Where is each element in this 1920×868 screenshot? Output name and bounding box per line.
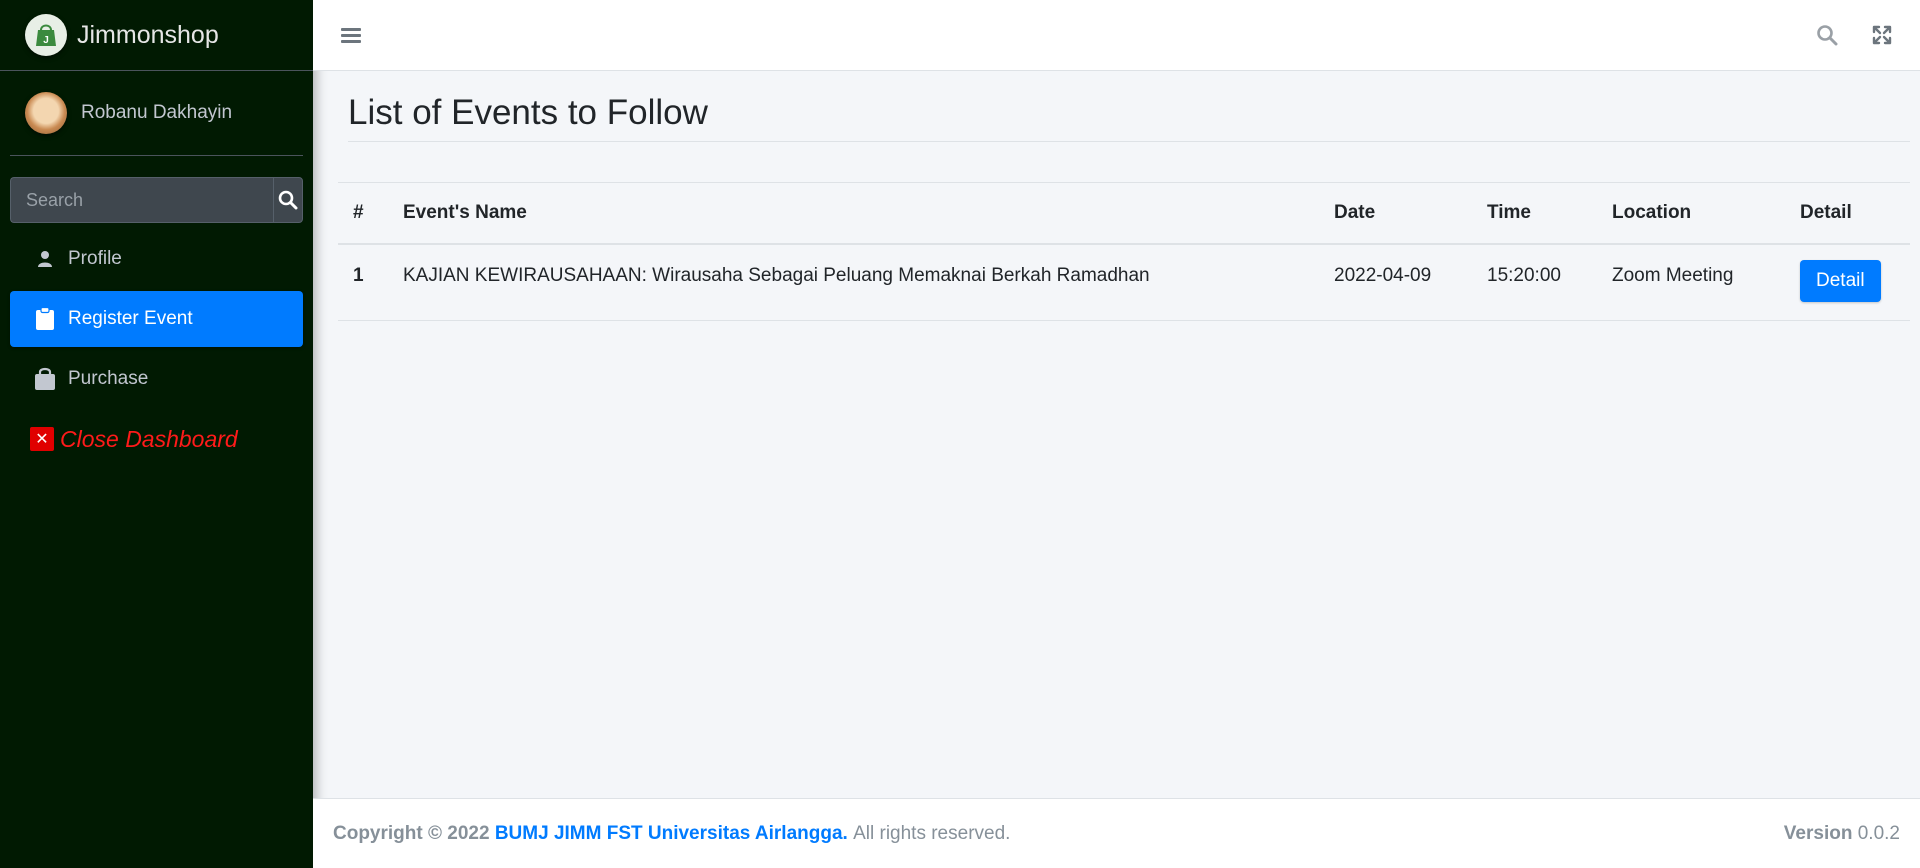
sidebar-item-close-dashboard[interactable]: ✕ Close Dashboard bbox=[10, 411, 303, 467]
search-button[interactable] bbox=[273, 177, 303, 223]
user-panel[interactable]: Robanu Dakhayin bbox=[10, 71, 303, 156]
table-row: 1 KAJIAN KEWIRAUSAHAAN: Wirausaha Sebaga… bbox=[338, 244, 1910, 320]
search-icon bbox=[278, 190, 298, 210]
version-label: Version bbox=[1783, 822, 1853, 844]
main-content: List of Events to Follow # Event's Name … bbox=[313, 71, 1920, 798]
sidebar-item-label: Purchase bbox=[68, 368, 149, 389]
sidebar-search bbox=[10, 177, 303, 223]
footer: Copyright © 2022 BUMJ JIMM FST Universit… bbox=[313, 798, 1920, 868]
search-input[interactable] bbox=[10, 177, 273, 223]
cell-number: 1 bbox=[353, 265, 364, 286]
footer-org-link[interactable]: BUMJ JIMM FST Universitas Airlangga. bbox=[495, 823, 848, 845]
cell-location: Zoom Meeting bbox=[1612, 265, 1734, 286]
version-value: 0.0.2 bbox=[1857, 822, 1900, 844]
detail-button[interactable]: Detail bbox=[1800, 260, 1881, 302]
cell-detail: Detail bbox=[1785, 244, 1910, 320]
menu-toggle-icon[interactable] bbox=[341, 25, 361, 46]
user-icon bbox=[32, 250, 58, 268]
column-header-number: # bbox=[353, 202, 364, 223]
column-header-detail: Detail bbox=[1800, 202, 1852, 223]
column-header-event-name: Event's Name bbox=[403, 202, 527, 223]
sidebar-nav: Profile Register Event Purchase ✕ Close … bbox=[0, 231, 313, 467]
close-icon: ✕ bbox=[30, 427, 54, 451]
sidebar: J Jimmonshop Robanu Dakhayin Profile bbox=[0, 0, 313, 868]
page-title: List of Events to Follow bbox=[348, 93, 1910, 142]
column-header-location: Location bbox=[1612, 202, 1692, 223]
table-header-row: # Event's Name Date Time Location Detail bbox=[338, 182, 1910, 244]
navbar-search-icon[interactable] bbox=[1816, 24, 1838, 46]
fullscreen-icon[interactable] bbox=[1872, 25, 1892, 45]
cell-time: 15:20:00 bbox=[1487, 265, 1561, 286]
cell-event-name: KAJIAN KEWIRAUSAHAAN: Wirausaha Sebagai … bbox=[403, 265, 1150, 286]
cell-date: 2022-04-09 bbox=[1334, 265, 1432, 286]
sidebar-item-profile[interactable]: Profile bbox=[10, 231, 303, 287]
sidebar-item-purchase[interactable]: Purchase bbox=[10, 351, 303, 407]
navbar-right bbox=[1816, 24, 1892, 46]
avatar[interactable] bbox=[25, 92, 67, 134]
sidebar-item-label: Register Event bbox=[68, 308, 193, 329]
shopping-bag-icon bbox=[32, 367, 58, 391]
rights-text: All rights reserved. bbox=[853, 822, 1011, 844]
clipboard-icon bbox=[32, 307, 58, 331]
sidebar-item-label: Close Dashboard bbox=[60, 425, 238, 452]
column-header-time: Time bbox=[1487, 202, 1532, 223]
sidebar-item-register-event[interactable]: Register Event bbox=[10, 291, 303, 347]
user-name[interactable]: Robanu Dakhayin bbox=[81, 102, 232, 124]
column-header-date: Date bbox=[1334, 202, 1376, 223]
copyright-text: Copyright © 2022 bbox=[333, 822, 490, 844]
sidebar-item-label: Profile bbox=[68, 248, 122, 269]
svg-text:J: J bbox=[43, 35, 49, 46]
version-info: Version 0.0.2 bbox=[1784, 823, 1900, 845]
events-table: # Event's Name Date Time Location Detail… bbox=[338, 182, 1910, 321]
top-navbar bbox=[313, 0, 1920, 71]
brand-logo-icon: J bbox=[25, 14, 67, 56]
brand-title: Jimmonshop bbox=[77, 20, 219, 49]
brand-link[interactable]: J Jimmonshop bbox=[0, 0, 313, 71]
